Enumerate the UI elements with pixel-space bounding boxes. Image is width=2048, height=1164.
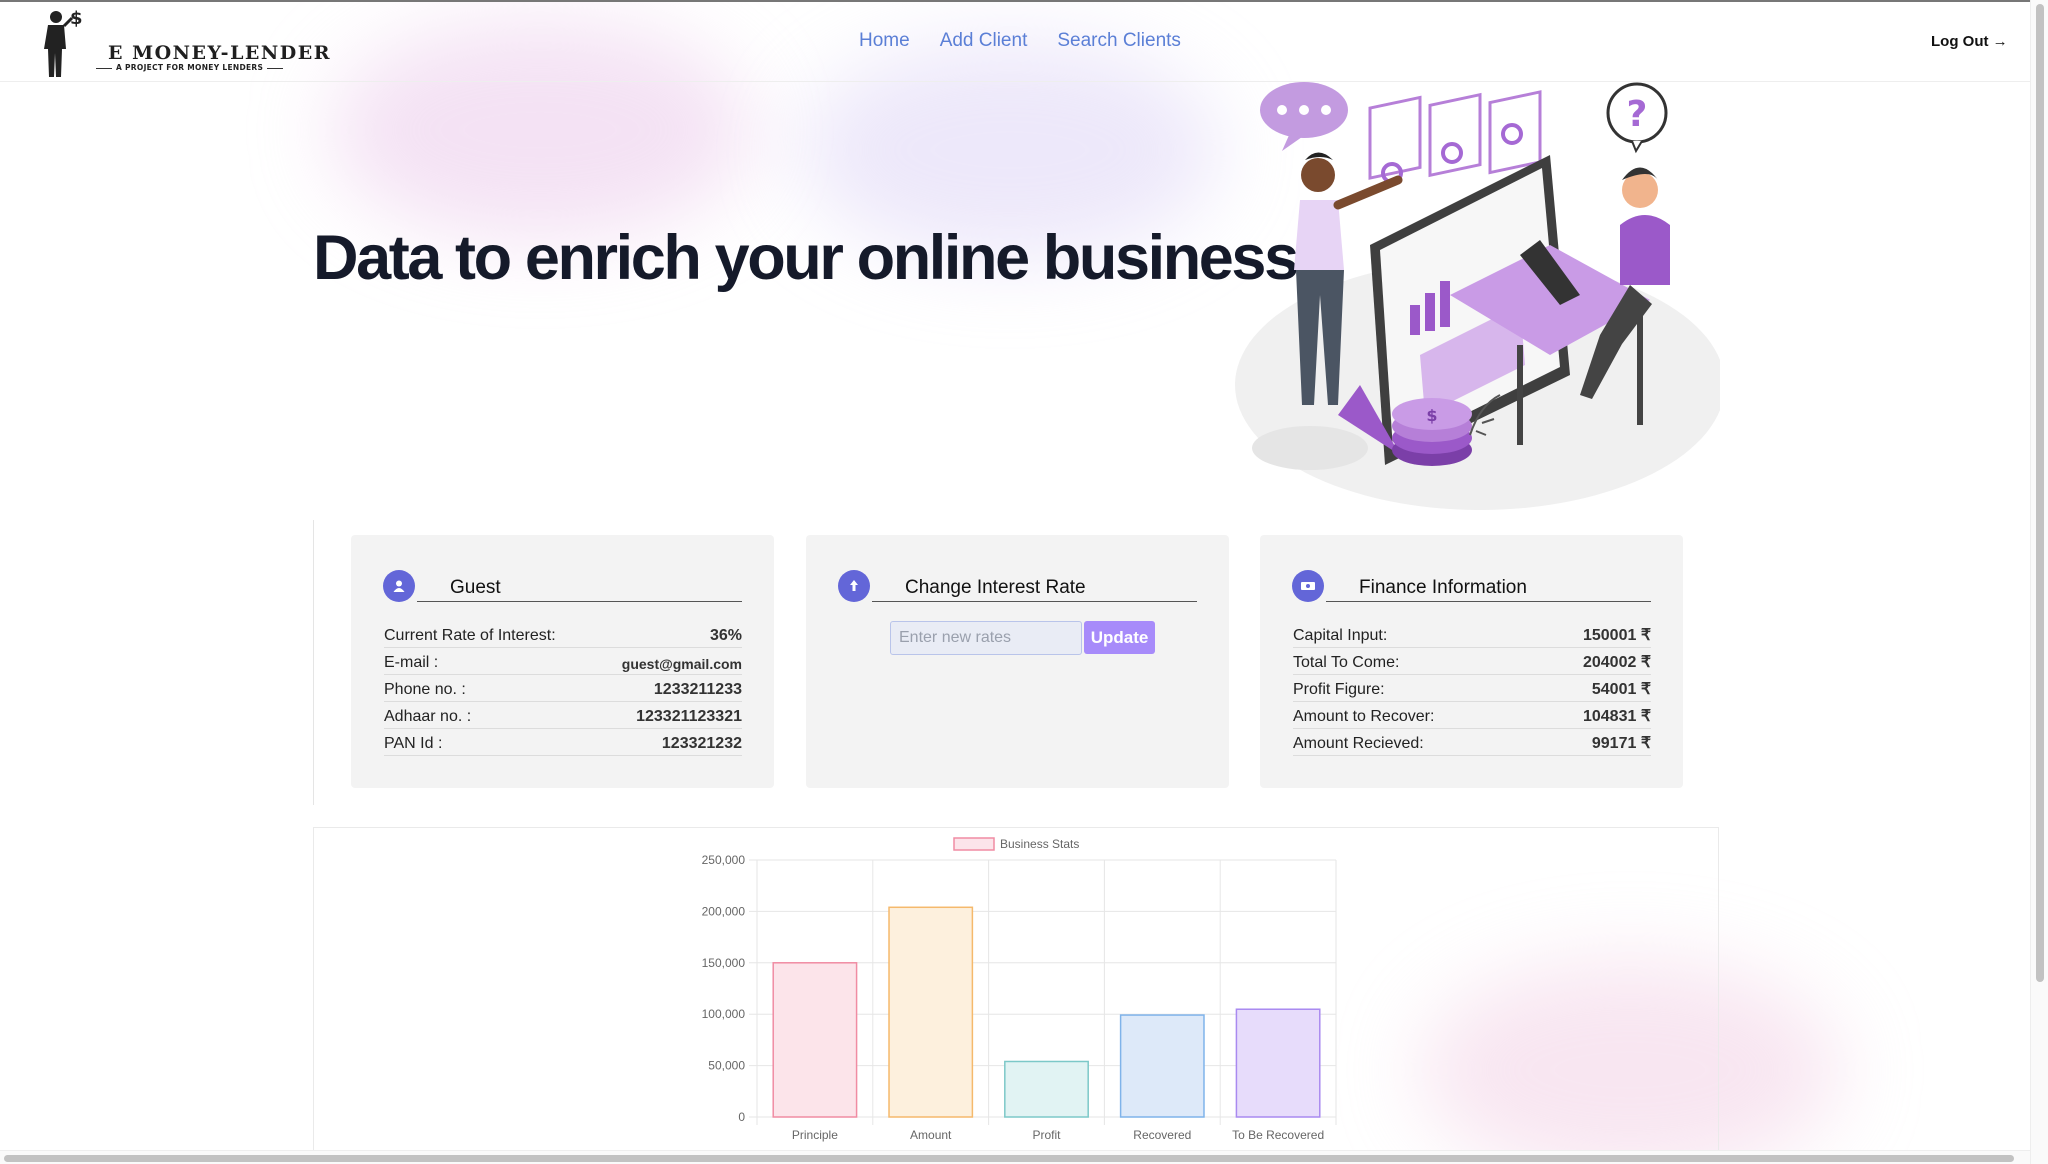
finance-row-profit: Profit Figure: 54001 ₹ (1293, 675, 1651, 702)
profile-row-email: E-mail : guest@gmail.com (384, 648, 742, 675)
money-lender-logo-icon: $ (44, 8, 83, 77)
profile-card: Guest Current Rate of Interest: 36% E-mai… (351, 535, 774, 788)
logout-button[interactable]: Log Out → (1931, 33, 2008, 50)
interest-card-header: Change Interest Rate (838, 570, 1197, 602)
interest-rate-input[interactable] (890, 621, 1082, 655)
svg-text:?: ? (1627, 94, 1648, 135)
x-tick-label: Amount (910, 1128, 952, 1142)
interest-rate-card: Change Interest Rate Update (806, 535, 1229, 788)
y-tick-label: 50,000 (708, 1059, 745, 1073)
bar-chart: 0 50,000 100,000 150,000 200,000 250,000 Princ… (702, 837, 1337, 1142)
profile-row-interest: Current Rate of Interest: 36% (384, 621, 742, 648)
business-stats-chart: 0 50,000 100,000 150,000 200,000 250,000 Princ… (313, 827, 1719, 1157)
finance-row-total: Total To Come: 204002 ₹ (1293, 648, 1651, 675)
nav-link-search-clients[interactable]: Search Clients (1057, 30, 1181, 52)
x-tick-label: Recovered (1133, 1128, 1191, 1142)
nav-link-home[interactable]: Home (859, 30, 910, 52)
brand-title: E MONEY-LENDER (108, 42, 332, 64)
y-tick-label: 250,000 (702, 853, 746, 867)
legend-label: Business Stats (1000, 837, 1079, 851)
arrow-up-icon (838, 570, 870, 602)
y-tick-label: 0 (738, 1110, 745, 1124)
finance-row-to-recover: Amount to Recover: 104831 ₹ (1293, 702, 1651, 729)
finance-card: Finance Information Capital Input: 150001… (1260, 535, 1683, 788)
business-data-illustration: ? $ (1235, 82, 1720, 510)
bar-amount (888, 906, 974, 1118)
bar-principle (772, 962, 858, 1118)
horizontal-scrollbar[interactable] (0, 1150, 2030, 1164)
svg-text:$: $ (70, 8, 83, 29)
vertical-scrollbar-thumb[interactable] (2036, 4, 2044, 982)
y-tick-label: 150,000 (702, 956, 746, 970)
horizontal-scrollbar-thumb[interactable] (4, 1155, 2014, 1162)
legend-swatch (953, 837, 995, 851)
profile-row-adhaar: Adhaar no. :123321123321 (384, 702, 742, 729)
brand-logo[interactable]: $ E MONEY-LENDER A PROJECT FOR MONEY LEN… (40, 6, 330, 80)
svg-text:$: $ (1426, 406, 1437, 425)
y-tick-label: 100,000 (702, 1007, 746, 1021)
vertical-scrollbar[interactable] (2030, 0, 2048, 1164)
finance-row-received: Amount Recieved: 99171 ₹ (1293, 729, 1651, 756)
user-icon (383, 570, 415, 602)
profile-card-header: Guest (383, 570, 742, 602)
profile-name: Guest (417, 570, 742, 602)
brand-subtitle: A PROJECT FOR MONEY LENDERS (92, 63, 287, 72)
profile-details: Current Rate of Interest: 36% E-mail : gue… (384, 621, 742, 756)
profile-row-pan: PAN Id :123321232 (384, 729, 742, 756)
x-tick-label: Profit (1032, 1128, 1061, 1142)
divider (313, 520, 314, 805)
finance-card-title: Finance Information (1326, 570, 1651, 602)
profile-row-phone: Phone no. :1233211233 (384, 675, 742, 702)
y-tick-label: 200,000 (702, 904, 746, 918)
finance-card-header: Finance Information (1292, 570, 1651, 602)
money-icon (1292, 570, 1324, 602)
x-tick-label: To Be Recovered (1232, 1128, 1324, 1142)
bar-to-be-recovered (1235, 1008, 1321, 1118)
navbar: $ E MONEY-LENDER A PROJECT FOR MONEY LEN… (0, 2, 2030, 82)
nav-links: Home Add Client Search Clients (859, 30, 1181, 52)
bar-recovered (1119, 1014, 1205, 1118)
finance-row-capital: Capital Input: 150001 ₹ (1293, 621, 1651, 648)
update-button[interactable]: Update (1084, 621, 1155, 654)
nav-link-add-client[interactable]: Add Client (940, 30, 1028, 52)
interest-card-title: Change Interest Rate (872, 570, 1197, 602)
finance-details: Capital Input: 150001 ₹ Total To Come: 204… (1293, 621, 1651, 756)
bar-profit (1004, 1060, 1089, 1118)
hero-title: Data to enrich your online business (313, 223, 1299, 293)
x-tick-label: Principle (792, 1128, 838, 1142)
